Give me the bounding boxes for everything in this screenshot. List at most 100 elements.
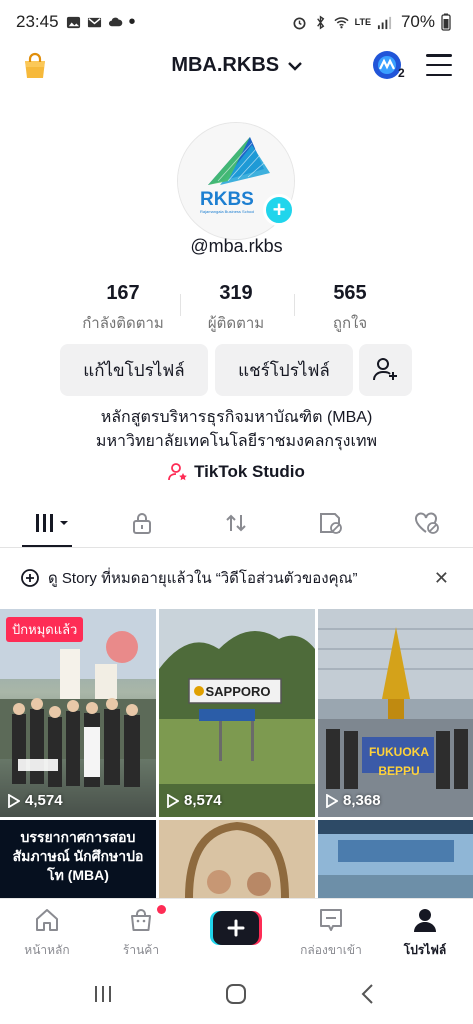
system-navigation <box>0 964 473 1024</box>
share-profile-button[interactable]: แชร์โปรไฟล์ <box>215 344 353 396</box>
back-button[interactable] <box>353 982 383 1006</box>
create-button[interactable] <box>210 911 262 945</box>
repost-icon <box>226 514 246 532</box>
recent-apps-button[interactable] <box>88 982 118 1006</box>
following-count: 167 <box>106 282 140 304</box>
tab-videos[interactable] <box>32 510 72 536</box>
video-thumbnail[interactable]: FUKUOKA BEPPU 8,368 <box>318 609 473 817</box>
pinned-badge: ปักหมุดแล้ว <box>6 617 84 642</box>
story-banner[interactable]: ดู Story ที่หมดอายุแล้วใน “วิดีโอส่วนตัว… <box>0 564 473 592</box>
followers-count: 319 <box>219 282 253 304</box>
profile-top-bar: MBA.RKBS 2 <box>0 44 473 88</box>
avatar-logo-text: RKBS <box>200 189 254 210</box>
tab-liked[interactable] <box>412 510 442 536</box>
cloud-icon <box>108 17 122 26</box>
bookmark-hidden-icon <box>320 513 342 534</box>
profile-bio: หลักสูตรบริหารธุรกิจมหาบัณฑิต (MBA) มหาว… <box>0 406 473 454</box>
nav-home-icon-wrap <box>2 905 92 935</box>
studio-person-icon <box>168 463 187 481</box>
view-count-value: 8,368 <box>343 792 381 809</box>
wifi-icon <box>334 16 349 28</box>
inbox-icon <box>320 909 342 931</box>
sign-text: SAPPORO <box>205 684 271 699</box>
gallery-icon <box>66 16 80 28</box>
add-story-button[interactable]: + <box>263 194 295 226</box>
edit-profile-button[interactable]: แก้ไขโปรไฟล์ <box>60 344 208 396</box>
followers-stat[interactable]: 319 ผู้ติดตาม <box>171 282 301 335</box>
bluetooth-icon <box>316 15 324 29</box>
video-thumbnail[interactable]: บรรยากาศการสอบสัมภาษณ์ นักศึกษาปอโท (MBA… <box>0 820 156 898</box>
view-count: 4,574 <box>8 792 63 809</box>
nav-inbox-icon-wrap <box>286 905 376 935</box>
signal-icon <box>377 16 392 29</box>
home-icon <box>36 909 58 931</box>
likes-stat[interactable]: 565 ถูกใจ <box>285 282 415 335</box>
video-thumbnail[interactable]: ปักหมุดแล้ว 4,574 <box>0 609 156 817</box>
battery-icon <box>441 13 451 31</box>
play-icon <box>8 793 20 808</box>
likes-count: 565 <box>333 282 367 304</box>
tab-private[interactable] <box>127 510 157 536</box>
video-caption: บรรยากาศการสอบสัมภาษณ์ นักศึกษาปอโท (MBA… <box>12 829 144 883</box>
add-person-icon <box>372 358 397 381</box>
creator-badge: 2 <box>398 66 405 80</box>
account-name: MBA.RKBS <box>171 54 280 76</box>
recent-apps-icon <box>95 986 111 1002</box>
tab-favorites[interactable] <box>316 510 346 536</box>
battery-percent: 70% <box>400 12 435 31</box>
menu-icon[interactable] <box>426 54 452 76</box>
bio-line: หลักสูตรบริหารธุรกิจมหาบัณฑิต (MBA) <box>100 409 373 426</box>
play-icon <box>167 793 179 808</box>
profile-tabs <box>0 502 473 548</box>
video-scene <box>318 609 473 817</box>
home-button[interactable] <box>221 982 251 1006</box>
status-left: 23:45 • <box>16 12 136 32</box>
tiktok-studio-link[interactable]: TikTok Studio <box>0 462 473 482</box>
banner-text: FUKUOKA BEPPU <box>369 745 429 778</box>
close-icon[interactable]: ✕ <box>434 568 449 589</box>
video-scene <box>159 820 315 898</box>
nav-home[interactable]: หน้าหลัก <box>2 905 92 960</box>
profile-handle: @mba.rkbs <box>190 236 283 256</box>
following-stat[interactable]: 167 กำลังติดตาม <box>58 282 188 335</box>
active-tab-indicator <box>22 545 72 547</box>
video-thumbnail[interactable] <box>159 820 315 898</box>
bottom-nav: หน้าหลัก ร้านค้า กล่องขาเข้า โปรไฟล์ <box>0 898 473 964</box>
network-type: LTE <box>354 17 371 27</box>
notification-dot <box>157 905 166 914</box>
avatar-container[interactable]: RKBS Rajamangala Business School + <box>177 122 295 240</box>
story-message: ที่หมดอายุแล้วใน “วิดีโอส่วนตัวของคุณ” <box>101 570 358 587</box>
lock-icon <box>133 513 151 534</box>
view-count-value: 8,574 <box>184 792 222 809</box>
nav-shop-icon-wrap <box>96 905 186 935</box>
gmail-icon <box>87 17 101 27</box>
menu-line <box>426 73 452 76</box>
videos-grid-icon <box>36 514 68 532</box>
video-scene <box>318 820 473 898</box>
dot-icon: • <box>128 11 136 33</box>
menu-line <box>426 54 452 57</box>
add-friend-button[interactable] <box>359 344 412 396</box>
following-label: กำลังติดตาม <box>82 315 164 332</box>
shop-icon <box>131 909 151 931</box>
video-thumbnail[interactable] <box>318 820 473 898</box>
view-count-value: 4,574 <box>25 792 63 809</box>
followers-label: ผู้ติดตาม <box>207 315 265 332</box>
avatar-logo-subtext: Rajamangala Business School <box>200 209 254 214</box>
nav-shop-label: ร้านค้า <box>122 943 160 957</box>
tab-reposts[interactable] <box>221 510 251 536</box>
nav-profile-icon-wrap <box>380 905 470 935</box>
status-time: 23:45 <box>16 12 59 31</box>
video-thumbnail[interactable]: SAPPORO 8,574 <box>159 609 315 817</box>
status-bar: 23:45 • LTE 70% <box>0 0 473 44</box>
studio-label: TikTok Studio <box>194 462 305 481</box>
nav-profile[interactable]: โปรไฟล์ <box>380 905 470 960</box>
bio-line: มหาวิทยาลัยเทคโนโลยีราชมงคลกรุงเทพ <box>95 433 378 450</box>
nav-inbox[interactable]: กล่องขาเข้า <box>286 905 376 960</box>
nav-shop[interactable]: ร้านค้า <box>96 905 186 960</box>
view-count: 8,368 <box>326 792 381 809</box>
nav-inbox-label: กล่องขาเข้า <box>300 943 362 957</box>
story-banner-text: ดู Story ที่หมดอายุแล้วใน “วิดีโอส่วนตัว… <box>48 566 358 590</box>
heart-hidden-icon <box>415 512 439 534</box>
chevron-down-icon <box>287 61 302 71</box>
